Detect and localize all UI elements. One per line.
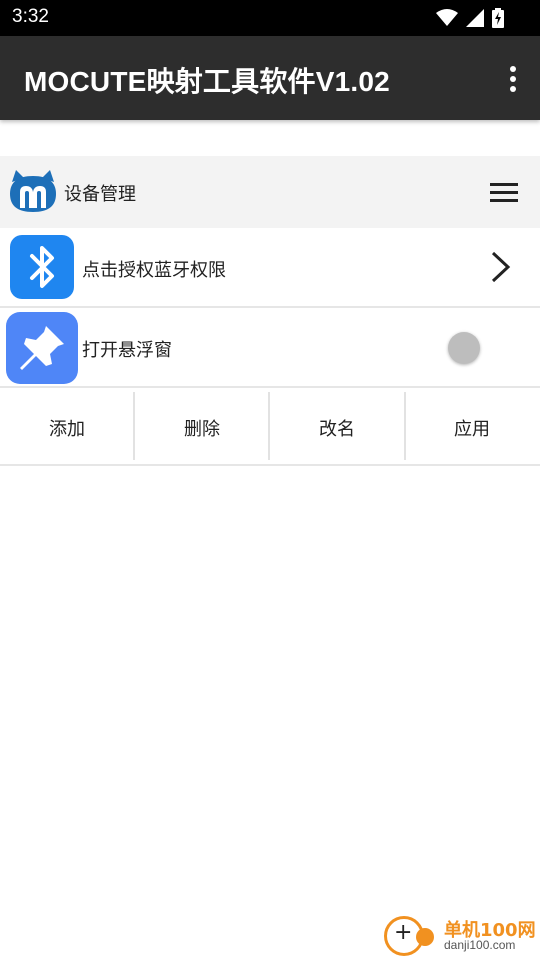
add-button[interactable]: 添加 [0,392,134,464]
app-bar: MOCUTE映射工具软件V1.02 [0,36,540,120]
status-bar: 3:32 [0,0,540,36]
pushpin-icon [6,312,78,384]
signal-icon [466,9,484,27]
floating-window-toggle[interactable] [448,332,480,364]
device-management-title: 设备管理 [64,184,136,205]
watermark-plus-icon: + [394,920,413,945]
delete-button[interactable]: 删除 [135,392,269,464]
watermark-domain: danji100.com [444,938,516,952]
action-bar: 添加 删除 改名 应用 [0,392,540,466]
status-time: 3:32 [12,6,49,27]
device-management-header: 设备管理 [0,156,540,228]
hamburger-menu-icon[interactable] [490,182,518,204]
chevron-right-icon [491,251,511,283]
status-icons [436,6,504,30]
app-title: MOCUTE映射工具软件V1.02 [24,66,390,97]
watermark-dot-icon [416,928,434,946]
floating-window-label: 打开悬浮窗 [82,340,172,361]
bluetooth-permission-label: 点击授权蓝牙权限 [82,260,226,281]
apply-button[interactable]: 应用 [405,392,539,464]
mocute-logo-icon [10,170,56,212]
rename-button[interactable]: 改名 [270,392,404,464]
bluetooth-icon [10,235,74,299]
battery-charging-icon [492,8,504,28]
bluetooth-permission-row[interactable]: 点击授权蓝牙权限 [0,228,540,308]
watermark: + 单机100网 danji100.com [384,914,536,958]
more-vert-icon[interactable] [506,64,520,94]
floating-window-row: 打开悬浮窗 [0,308,540,388]
wifi-icon [436,9,458,26]
